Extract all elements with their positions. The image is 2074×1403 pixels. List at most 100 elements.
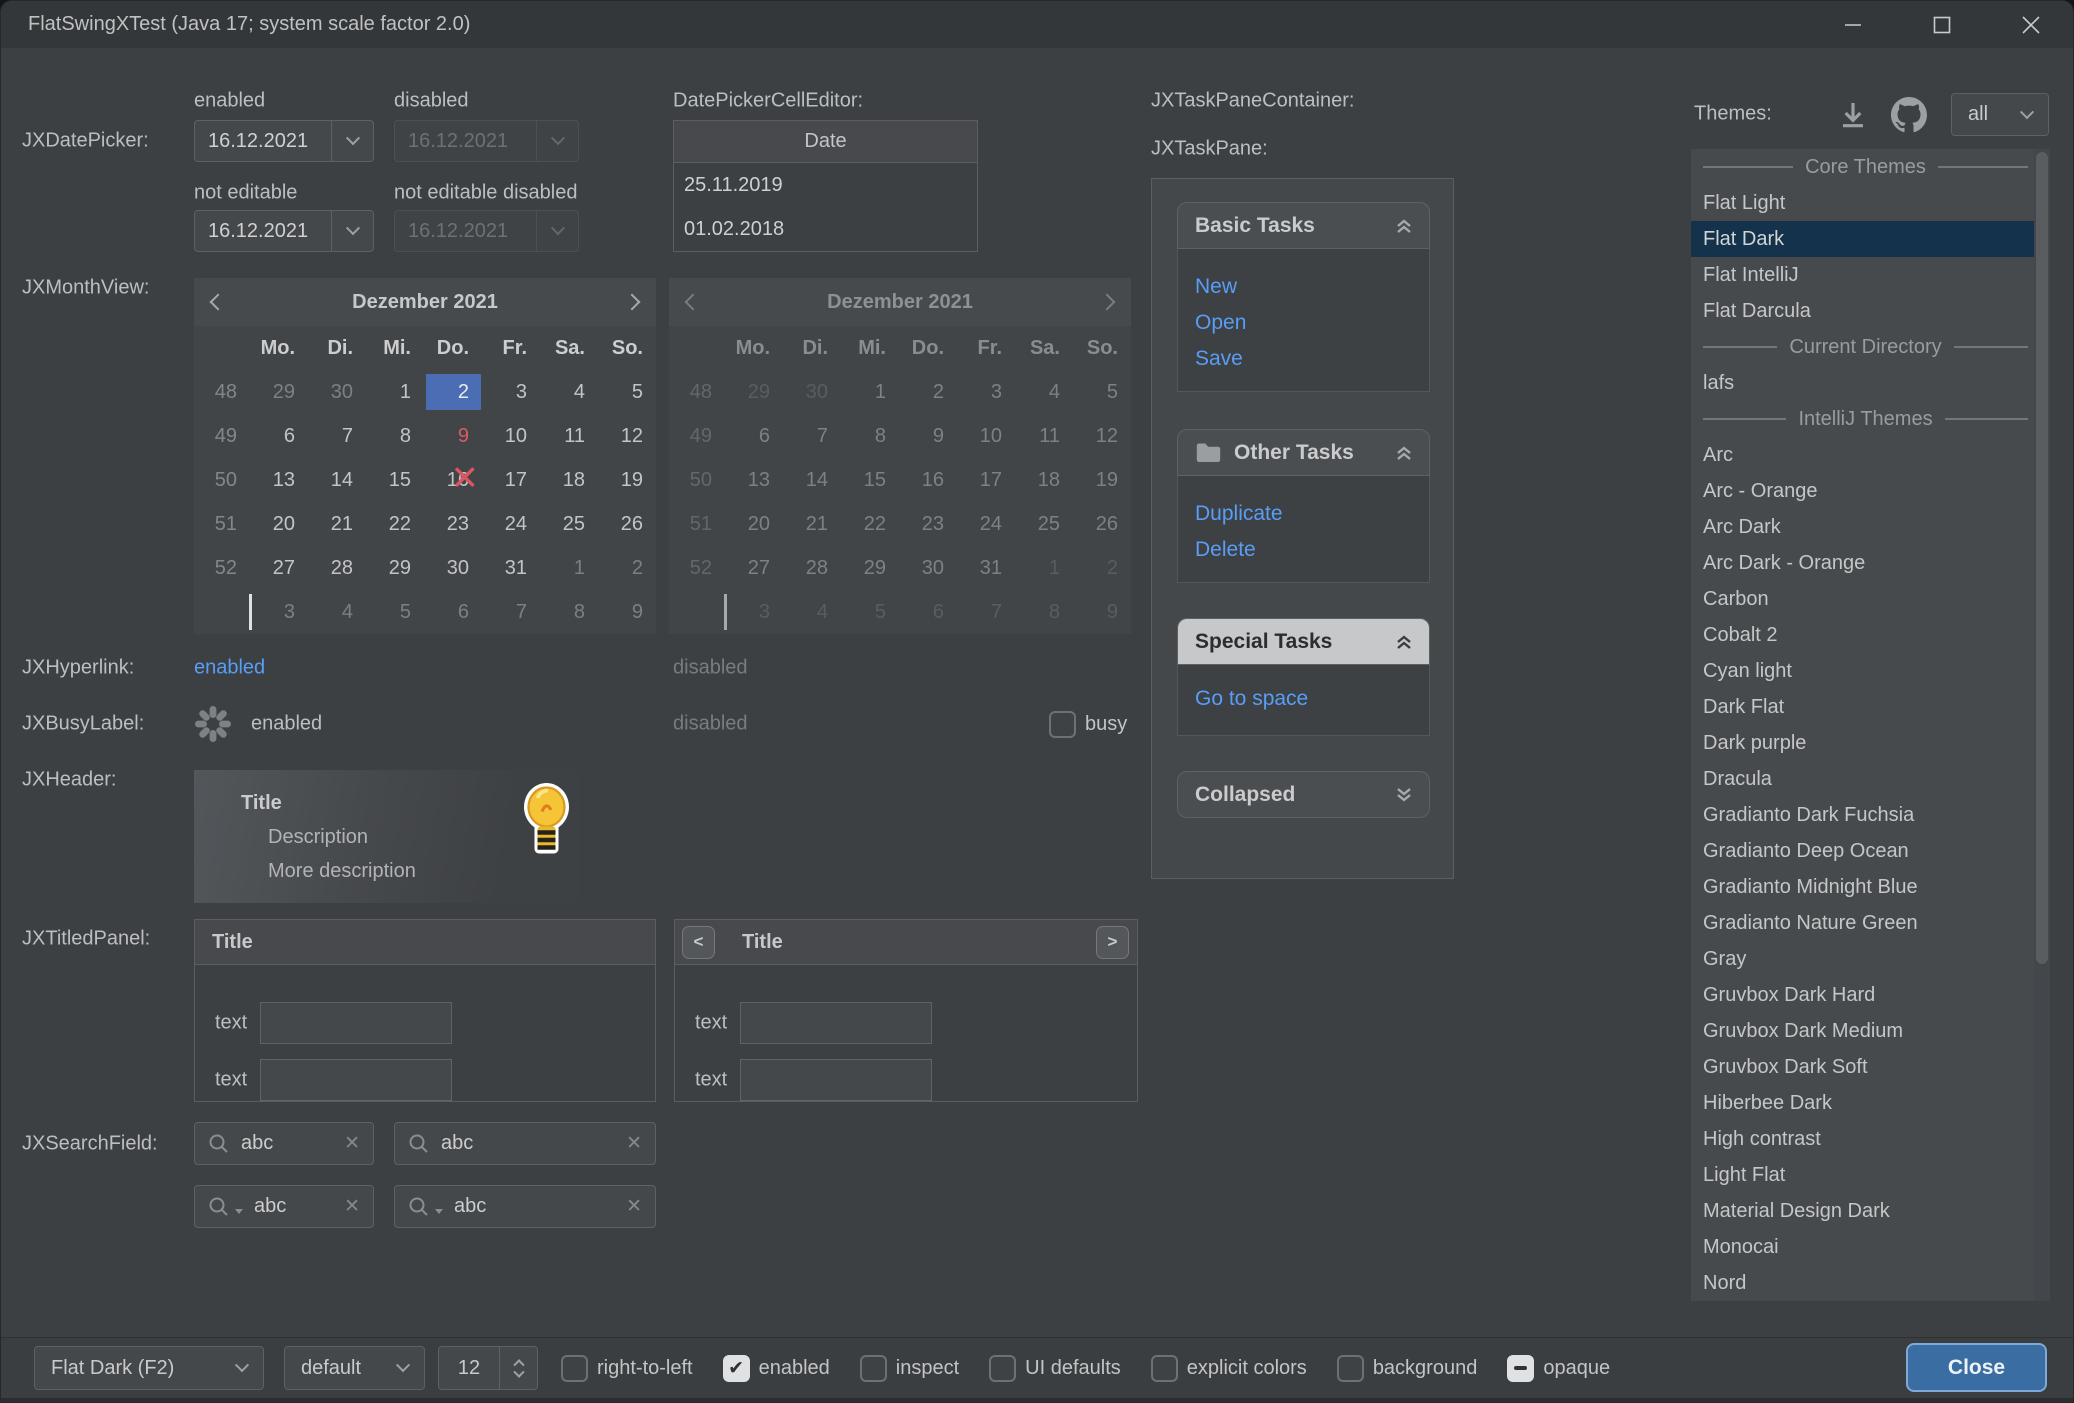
calendar-cell[interactable]: 1	[366, 370, 424, 414]
calendar-cell[interactable]: 15	[366, 458, 424, 502]
style-combobox[interactable]: default	[284, 1346, 425, 1390]
text-input[interactable]	[740, 1059, 932, 1101]
search-menu-arrow-icon[interactable]	[435, 1209, 443, 1214]
taskpane-header-other[interactable]: Other Tasks	[1177, 429, 1430, 476]
table-row[interactable]: 01.02.2018	[674, 207, 977, 251]
calendar-cell[interactable]: 11	[540, 414, 598, 458]
calendar-cell[interactable]: 18	[540, 458, 598, 502]
calendar-cell[interactable]: 28	[308, 546, 366, 590]
taskpane-header-collapsed[interactable]: Collapsed	[1177, 771, 1430, 818]
theme-list-item[interactable]: Flat Dark	[1691, 221, 2050, 257]
calendar-cell[interactable]: 2	[598, 546, 656, 590]
laf-combobox[interactable]: Flat Dark (F2)	[34, 1346, 264, 1390]
spinner-value[interactable]: 12	[439, 1347, 499, 1389]
toolbar-checkbox[interactable]: ✔ opaque	[1507, 1355, 1610, 1382]
datepicker-dropdown-button[interactable]	[331, 121, 373, 161]
theme-list-item[interactable]: IntelliJ Themes	[1691, 401, 2050, 437]
clear-icon[interactable]: ✕	[344, 1132, 360, 1155]
calendar-cell[interactable]: 31	[482, 546, 540, 590]
next-button[interactable]: >	[1096, 926, 1129, 959]
calendar-cell[interactable]: 14	[308, 458, 366, 502]
calendar-cell[interactable]: 5	[366, 590, 424, 634]
datepicker-enabled[interactable]: 16.12.2021	[194, 120, 374, 162]
text-input[interactable]	[740, 1002, 932, 1044]
clear-icon[interactable]: ✕	[626, 1195, 642, 1218]
calendar-cell[interactable]: 9	[598, 590, 656, 634]
taskpane-header-basic[interactable]: Basic Tasks	[1177, 202, 1430, 249]
theme-list-item[interactable]: Arc Dark - Orange	[1691, 545, 2050, 581]
maximize-button[interactable]	[1897, 1, 1986, 48]
text-input[interactable]	[260, 1002, 452, 1044]
theme-list-item[interactable]: Arc	[1691, 437, 2050, 473]
minimize-button[interactable]	[1808, 1, 1897, 48]
calendar-cell[interactable]: 52	[194, 546, 250, 590]
previous-button[interactable]: <	[682, 926, 715, 959]
theme-list-item[interactable]: Monocai	[1691, 1229, 2050, 1265]
theme-list-item[interactable]: Flat Darcula	[1691, 293, 2050, 329]
theme-list-item[interactable]: Dark purple	[1691, 725, 2050, 761]
theme-list-item[interactable]: Carbon	[1691, 581, 2050, 617]
calendar-cell[interactable]: 12	[598, 414, 656, 458]
calendar-cell[interactable]: 49	[194, 414, 250, 458]
theme-list-item[interactable]: Flat Light	[1691, 185, 2050, 221]
calendar-cell[interactable]: 20	[250, 502, 308, 546]
datepicker-value[interactable]: 16.12.2021	[195, 121, 331, 161]
datepicker-not-editable[interactable]: 16.12.2021	[194, 210, 374, 252]
chevron-right-icon[interactable]	[624, 294, 641, 311]
calendar-cell[interactable]: 7	[308, 414, 366, 458]
calendar-cell[interactable]: 22	[366, 502, 424, 546]
collapse-chevron-up-icon[interactable]	[1394, 444, 1414, 462]
calendar-cell[interactable]: 4	[308, 590, 366, 634]
busy-checkbox[interactable]: busy	[1049, 711, 1127, 738]
theme-list-item[interactable]: Arc Dark	[1691, 509, 2050, 545]
search-field[interactable]: abc ✕	[394, 1122, 656, 1165]
calendar-cell[interactable]: 3	[250, 590, 308, 634]
theme-list-item[interactable]: Light Flat	[1691, 1157, 2050, 1193]
close-button[interactable]	[1986, 1, 2074, 48]
toolbar-checkbox[interactable]: ✔ explicit colors	[1151, 1355, 1307, 1382]
calendar-cell[interactable]: 19	[598, 458, 656, 502]
collapse-chevron-up-icon[interactable]	[1394, 217, 1414, 235]
calendar-cell[interactable]: 50	[194, 458, 250, 502]
taskpane-link[interactable]: Open	[1195, 305, 1429, 341]
calendar-cell[interactable]: 17	[482, 458, 540, 502]
calendar-cell[interactable]: 21	[308, 502, 366, 546]
search-input[interactable]: abc	[254, 1195, 333, 1218]
download-icon[interactable]	[1837, 99, 1869, 131]
taskpane-link[interactable]: Save	[1195, 341, 1429, 377]
font-size-spinner[interactable]: 12	[438, 1346, 538, 1390]
calendar-cell[interactable]: 16	[424, 458, 482, 502]
calendar-cell[interactable]: 48	[194, 370, 250, 414]
theme-list-item[interactable]: Gradianto Midnight Blue	[1691, 869, 2050, 905]
calendar-cell[interactable]	[194, 590, 250, 634]
calendar-cell[interactable]: 3	[482, 370, 540, 414]
calendar-cell[interactable]: 29	[366, 546, 424, 590]
scrollbar-track[interactable]	[2034, 149, 2050, 1301]
calendar-cell[interactable]: 13	[250, 458, 308, 502]
theme-list-item[interactable]: Nord	[1691, 1265, 2050, 1301]
taskpane-header-special[interactable]: Special Tasks	[1177, 618, 1430, 665]
theme-list-item[interactable]: Current Directory	[1691, 329, 2050, 365]
calendar-cell[interactable]: 8	[366, 414, 424, 458]
calendar-cell[interactable]: 23	[424, 502, 482, 546]
calendar-cell[interactable]: 6	[424, 590, 482, 634]
theme-list-item[interactable]: High contrast	[1691, 1121, 2050, 1157]
text-input[interactable]	[260, 1059, 452, 1101]
search-input[interactable]: abc	[241, 1132, 333, 1155]
themes-filter-combobox[interactable]: all	[1951, 93, 2049, 136]
search-input[interactable]: abc	[454, 1195, 615, 1218]
calendar-cell[interactable]: 26	[598, 502, 656, 546]
scrollbar-thumb[interactable]	[2036, 152, 2048, 964]
theme-list-item[interactable]: Gruvbox Dark Medium	[1691, 1013, 2050, 1049]
collapse-chevron-up-icon[interactable]	[1394, 633, 1414, 651]
calendar-cell[interactable]: 7	[482, 590, 540, 634]
toolbar-checkbox[interactable]: ✔ enabled	[723, 1355, 830, 1382]
theme-list-item[interactable]: Arc - Orange	[1691, 473, 2050, 509]
taskpane-link[interactable]: New	[1195, 269, 1429, 305]
calendar-cell[interactable]: 9	[424, 414, 482, 458]
hyperlink-enabled[interactable]: enabled	[194, 657, 265, 680]
theme-list-item[interactable]: Core Themes	[1691, 149, 2050, 185]
spinner-buttons[interactable]	[499, 1347, 537, 1389]
github-icon[interactable]	[1891, 97, 1927, 133]
theme-list-item[interactable]: Gray	[1691, 941, 2050, 977]
